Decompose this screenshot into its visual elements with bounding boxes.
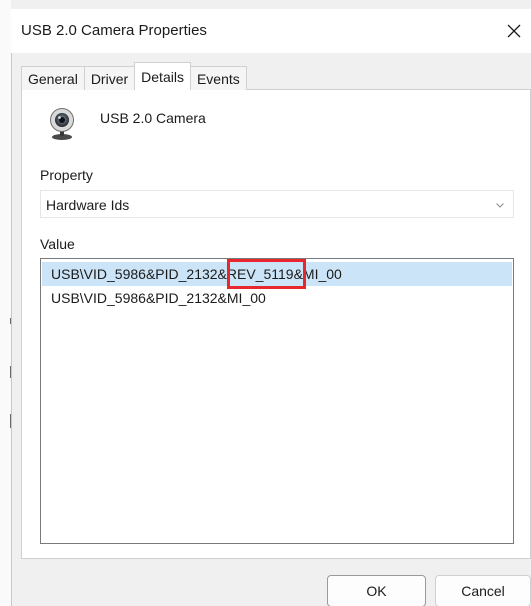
tab-details[interactable]: Details <box>134 62 191 90</box>
tab-events[interactable]: Events <box>189 66 247 90</box>
ok-button[interactable]: OK <box>327 575 426 606</box>
close-icon <box>507 24 521 38</box>
device-name: USB 2.0 Camera <box>100 110 206 126</box>
value-listbox[interactable]: USB\VID_5986&PID_2132&REV_5119&MI_00 USB… <box>40 258 514 544</box>
window-title: USB 2.0 Camera Properties <box>21 22 207 39</box>
title-bar: USB 2.0 Camera Properties <box>11 9 531 53</box>
list-item[interactable]: USB\VID_5986&PID_2132&REV_5119&MI_00 <box>42 262 512 286</box>
webcam-icon <box>50 108 74 140</box>
value-label: Value <box>40 236 75 252</box>
close-button[interactable] <box>497 9 531 53</box>
chevron-down-icon <box>496 203 504 208</box>
tab-general[interactable]: General <box>21 66 85 90</box>
left-window-edge <box>0 0 11 606</box>
list-item[interactable]: USB\VID_5986&PID_2132&MI_00 <box>42 286 512 310</box>
tab-strip: General Driver Details Events <box>21 62 247 90</box>
property-dropdown[interactable]: Hardware Ids <box>40 190 514 218</box>
property-label: Property <box>40 167 93 183</box>
cancel-button[interactable]: Cancel <box>435 575 531 606</box>
tab-driver[interactable]: Driver <box>83 66 136 90</box>
property-selected-value: Hardware Ids <box>46 197 130 213</box>
